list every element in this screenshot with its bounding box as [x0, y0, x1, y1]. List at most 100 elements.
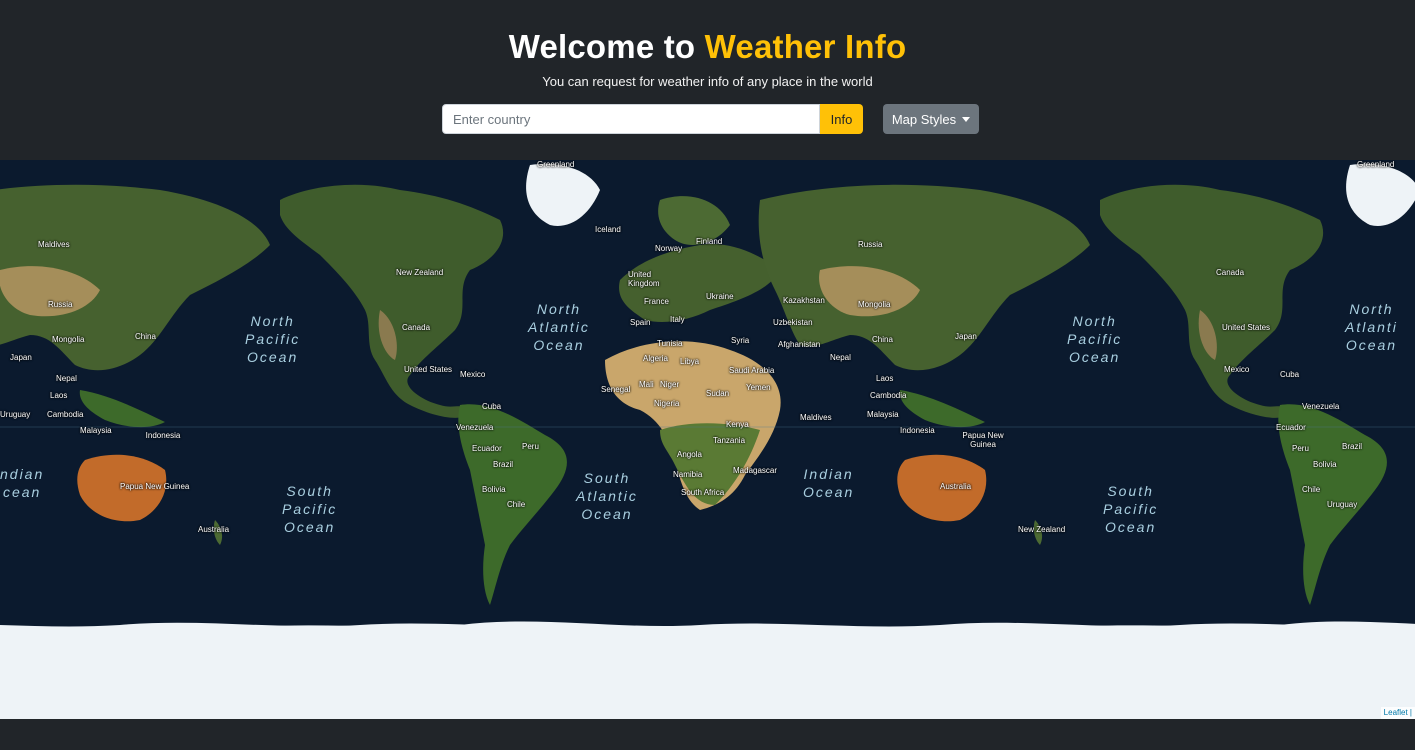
map-attribution-link[interactable]: Leaflet |: [1380, 707, 1415, 719]
country-label: Tunisia: [657, 339, 683, 348]
country-label: United Kingdom: [628, 270, 660, 288]
country-label: Kenya: [726, 420, 749, 429]
country-label: Senegal: [601, 385, 631, 394]
ocean-label: North Atlanti Ocean: [1345, 301, 1398, 353]
country-label: Australia: [198, 525, 230, 534]
country-label: Japan: [955, 332, 977, 341]
country-label: Uruguay: [0, 410, 31, 419]
country-label: Cuba: [1280, 370, 1300, 379]
country-label: Bolivia: [1313, 460, 1337, 469]
country-label: Saudi Arabia: [729, 366, 775, 375]
ocean-label: South Pacific Ocean: [1103, 483, 1159, 535]
country-label: Tanzania: [713, 436, 746, 445]
country-label: Uruguay: [1327, 500, 1358, 509]
country-label: Mongolia: [52, 335, 85, 344]
country-label: Chile: [1302, 485, 1321, 494]
country-label: Japan: [10, 353, 32, 362]
ocean-label: North Pacific Ocean: [1067, 313, 1123, 365]
country-label: Russia: [48, 300, 73, 309]
country-label: United States: [1222, 323, 1271, 332]
country-label: United States: [404, 365, 453, 374]
country-label: Maldives: [38, 240, 70, 249]
country-label: Nepal: [830, 353, 851, 362]
ocean-label: Indian Ocean: [803, 466, 855, 500]
ocean-label: ndian cean: [0, 466, 45, 500]
country-label: Canada: [402, 323, 431, 332]
country-label: Angola: [677, 450, 702, 459]
country-label: France: [644, 297, 669, 306]
country-label: Libya: [680, 357, 700, 366]
country-label: Peru: [1292, 444, 1309, 453]
country-label: Malaysia: [867, 410, 899, 419]
country-label: Chile: [507, 500, 526, 509]
country-label: New Zealand: [1018, 525, 1066, 534]
country-label: Ecuador: [472, 444, 502, 453]
country-label: Indonesia: [145, 431, 181, 440]
ocean-label: South Atlantic Ocean: [576, 470, 638, 522]
world-map[interactable]: North Pacific Ocean North Atlantic Ocean…: [0, 160, 1415, 719]
country-label: Maldives: [800, 413, 832, 422]
country-label: China: [135, 332, 156, 341]
country-label: Bolivia: [482, 485, 506, 494]
country-label: Cambodia: [870, 391, 907, 400]
country-label: Finland: [696, 237, 723, 246]
ocean-label: North Pacific Ocean: [245, 313, 301, 365]
country-label: Cambodia: [47, 410, 84, 419]
map-styles-dropdown-button[interactable]: Map Styles: [883, 104, 979, 134]
country-label: Australia: [940, 482, 972, 491]
country-label: South Africa: [681, 488, 725, 497]
country-label: Laos: [50, 391, 68, 400]
country-label: China: [872, 335, 893, 344]
country-label: Mexico: [460, 370, 486, 379]
country-label: Brazil: [493, 460, 514, 469]
country-label: Nepal: [56, 374, 77, 383]
page-footer: [0, 719, 1415, 750]
title-accent: Weather Info: [704, 28, 907, 65]
page-subtitle: You can request for weather info of any …: [542, 74, 873, 89]
country-label: Russia: [858, 240, 883, 249]
country-label: Greenland: [1357, 160, 1395, 169]
country-label: Brazil: [1342, 442, 1363, 451]
country-label: Indonesia: [900, 426, 935, 435]
country-label: Syria: [731, 336, 750, 345]
country-label: Venezuela: [456, 423, 494, 432]
country-search-input[interactable]: [442, 104, 820, 134]
country-label: Madagascar: [733, 466, 778, 475]
country-label: Venezuela: [1302, 402, 1340, 411]
country-label: Ecuador: [1276, 423, 1306, 432]
country-label: Spain: [630, 318, 651, 327]
country-label: Greenland: [537, 160, 575, 169]
ocean-label: North Atlantic Ocean: [528, 301, 590, 353]
country-label: Mongolia: [858, 300, 891, 309]
country-label: Mexico: [1224, 365, 1250, 374]
country-label: Ukraine: [706, 292, 734, 301]
country-label: Papua New Guinea: [962, 431, 1004, 449]
country-label: Peru: [522, 442, 539, 451]
title-prefix: Welcome to: [508, 28, 705, 65]
country-label: Italy: [670, 315, 685, 324]
country-label: Niger: [660, 380, 680, 389]
country-label: New Zealand: [396, 268, 444, 277]
info-button[interactable]: Info: [820, 104, 863, 134]
country-label: Yemen: [746, 383, 771, 392]
page-header: Welcome to Weather Info You can request …: [0, 0, 1415, 160]
country-label: Papua New Guinea: [120, 482, 190, 491]
country-label: Algeria: [643, 354, 668, 363]
country-label: Malaysia: [80, 426, 112, 435]
country-label: Nigeria: [654, 399, 680, 408]
page-title: Welcome to Weather Info: [0, 28, 1415, 66]
country-label: Iceland: [595, 225, 621, 234]
map-styles-label: Map Styles: [891, 111, 957, 127]
country-label: Norway: [655, 244, 683, 253]
country-label: Kazakhstan: [783, 296, 825, 305]
country-label: Uzbekistan: [773, 318, 813, 327]
country-label: Afghanistan: [778, 340, 821, 349]
caret-down-icon: [962, 116, 971, 122]
country-label: Cuba: [482, 402, 502, 411]
country-label: Canada: [1216, 268, 1245, 277]
ocean-label: South Pacific Ocean: [282, 483, 338, 535]
country-label: Sudan: [706, 389, 730, 398]
country-label: Laos: [876, 374, 894, 383]
country-label: Namibia: [673, 470, 703, 479]
country-label: Mali: [639, 380, 654, 389]
